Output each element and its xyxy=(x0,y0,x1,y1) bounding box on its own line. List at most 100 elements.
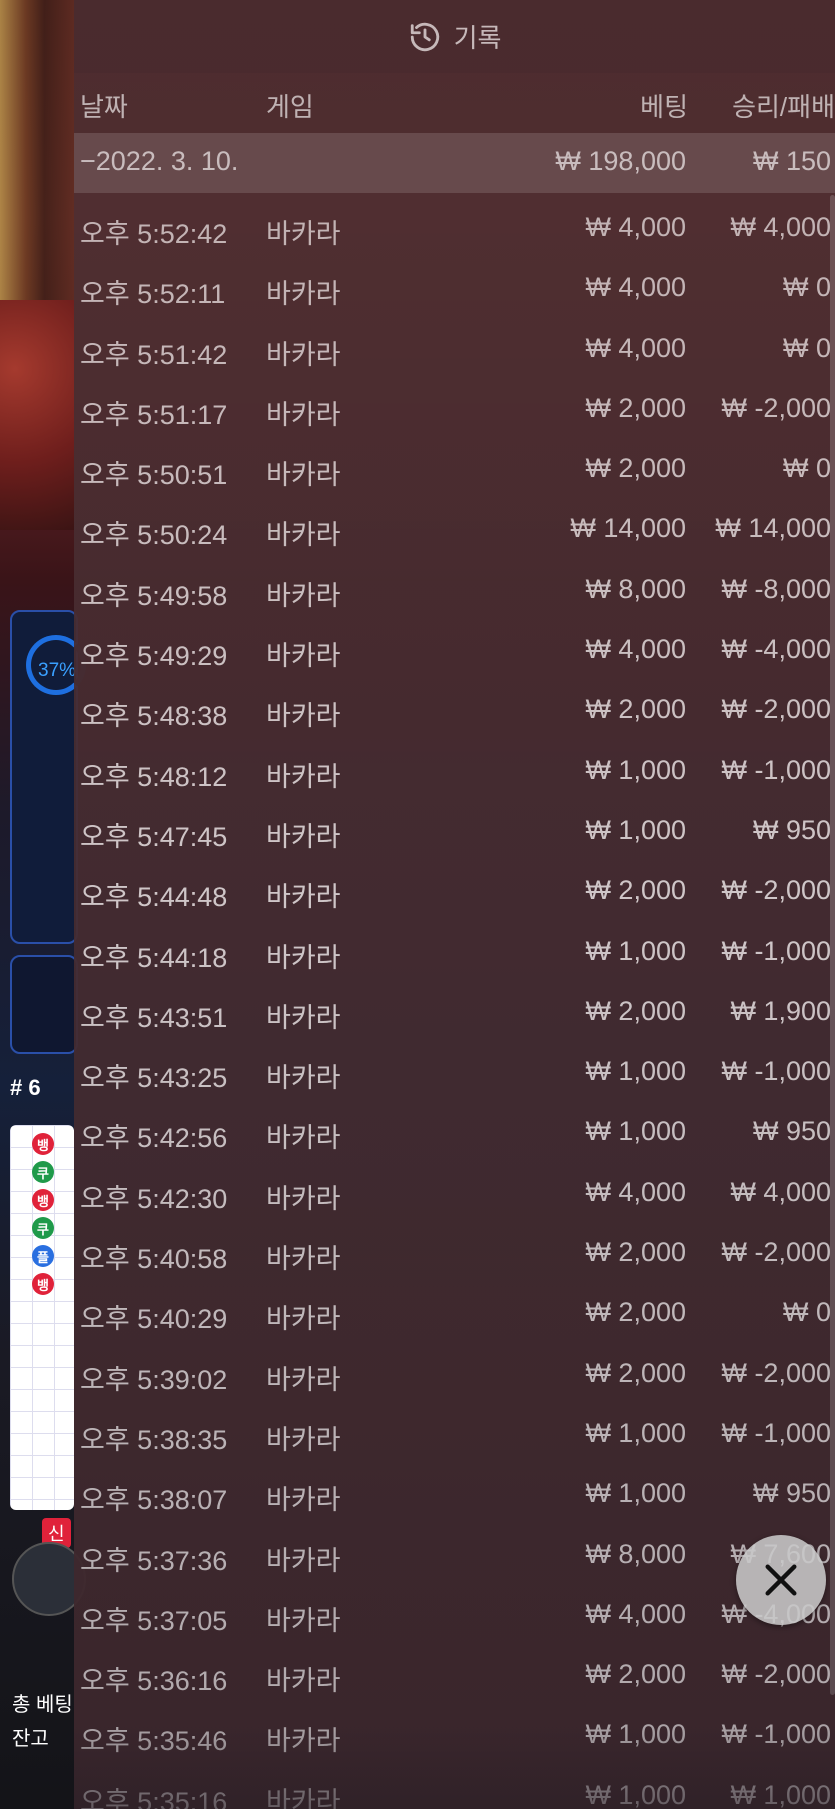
row-time: 오후 5:37:05 xyxy=(80,1605,228,1636)
row-win-loss: ₩ -2,000 xyxy=(721,1357,831,1388)
history-list[interactable]: 오후 5:52:42 바카라 ₩ 4,000 ₩ 4,000 오후 5:52:11 바카라… xyxy=(74,199,835,1809)
close-button[interactable] xyxy=(736,1535,826,1625)
close-icon xyxy=(765,1564,797,1596)
date-group-header[interactable]: −2022. 3. 10. ₩ 198,000 ₩ 150 xyxy=(74,133,835,193)
shoe-label: # 6 xyxy=(10,1075,41,1100)
row-bet: ₩ 2,000 xyxy=(585,1357,686,1388)
row-game: 바카라 xyxy=(266,882,341,913)
row-bet: ₩ 1,000 xyxy=(585,1417,686,1448)
row-time: 오후 5:48:12 xyxy=(80,761,228,792)
table-row[interactable]: 오후 5:51:42 바카라 ₩ 4,000 ₩ 0 xyxy=(74,320,835,380)
row-win-loss: ₩ -2,000 xyxy=(721,392,831,423)
table-row[interactable]: 오후 5:35:46 바카라 ₩ 1,000 ₩ -1,000 xyxy=(74,1706,835,1766)
row-game: 바카라 xyxy=(266,701,341,732)
row-bet: ₩ 2,000 xyxy=(585,392,686,423)
table-row[interactable]: 오후 5:36:16 바카라 ₩ 2,000 ₩ -2,000 xyxy=(74,1646,835,1706)
row-bet: ₩ 4,000 xyxy=(585,212,686,242)
row-time: 오후 5:38:07 xyxy=(80,1485,228,1516)
row-bet: ₩ 8,000 xyxy=(585,573,686,604)
row-time: 오후 5:52:42 xyxy=(80,219,228,249)
row-game: 바카라 xyxy=(266,399,341,430)
scrollbar[interactable] xyxy=(830,195,835,1695)
column-header-win-loss: 승리/패배 xyxy=(732,92,835,122)
table-row[interactable]: 오후 5:35:16 바카라 ₩ 1,000 ₩ 1,000 xyxy=(74,1767,835,1809)
row-bet: ₩ 14,000 xyxy=(570,513,686,544)
row-win-loss: ₩ 950 xyxy=(752,814,831,845)
row-time: 오후 5:49:29 xyxy=(80,641,228,672)
row-game: 바카라 xyxy=(266,1545,341,1576)
row-win-loss: ₩ -8,000 xyxy=(721,573,831,604)
table-row[interactable]: 오후 5:44:48 바카라 ₩ 2,000 ₩ -2,000 xyxy=(74,862,835,922)
row-game: 바카라 xyxy=(266,1364,341,1395)
row-time: 오후 5:51:17 xyxy=(80,399,228,430)
row-time: 오후 5:47:45 xyxy=(80,821,228,852)
page-title: 기록 xyxy=(453,23,502,53)
table-row[interactable]: 오후 5:50:24 바카라 ₩ 14,000 ₩ 14,000 xyxy=(74,500,835,560)
row-time: 오후 5:42:30 xyxy=(80,1183,228,1214)
row-time: 오후 5:38:35 xyxy=(80,1424,228,1455)
bead-road-item: 플 xyxy=(32,1245,54,1267)
table-row[interactable]: 오후 5:40:58 바카라 ₩ 2,000 ₩ -2,000 xyxy=(74,1224,835,1284)
row-game: 바카라 xyxy=(266,1244,341,1275)
row-bet: ₩ 1,000 xyxy=(585,754,686,785)
table-row[interactable]: 오후 5:37:36바카라₩ 8,000₩ 7,600 xyxy=(74,1526,835,1586)
row-win-loss: ₩ 4,000 xyxy=(730,1176,831,1207)
row-bet: ₩ 1,000 xyxy=(585,935,686,966)
bead-road: 뱅 쿠 뱅 쿠 플 뱅 xyxy=(10,1125,74,1510)
row-bet: ₩ 1,000 xyxy=(585,814,686,845)
row-game: 바카라 xyxy=(266,761,341,792)
row-time: 오후 5:35:16 xyxy=(80,1786,228,1809)
table-row[interactable]: 오후 5:42:56 바카라 ₩ 1,000 ₩ 950 xyxy=(74,1103,835,1163)
table-row[interactable]: 오후 5:48:12 바카라 ₩ 1,000 ₩ -1,000 xyxy=(74,742,835,802)
row-game: 바카라 xyxy=(266,1304,341,1335)
row-win-loss: ₩ -1,000 xyxy=(721,754,831,785)
table-row[interactable]: 오후 5:50:51 바카라 ₩ 2,000 ₩ 0 xyxy=(74,440,835,500)
table-row[interactable]: 오후 5:43:51 바카라 ₩ 2,000 ₩ 1,900 xyxy=(74,983,835,1043)
row-win-loss: ₩ 950 xyxy=(752,1478,831,1509)
row-time: 오후 5:43:25 xyxy=(80,1063,228,1094)
table-row[interactable]: 오후 5:42:30 바카라 ₩ 4,000 ₩ 4,000 xyxy=(74,1164,835,1224)
row-game: 바카라 xyxy=(266,460,341,491)
row-bet: ₩ 2,000 xyxy=(585,453,686,484)
game-table xyxy=(0,300,74,530)
row-win-loss: ₩ -2,000 xyxy=(721,1659,831,1690)
bead-road-item: 쿠 xyxy=(32,1161,54,1183)
row-bet: ₩ 1,000 xyxy=(585,1478,686,1509)
table-row[interactable]: 오후 5:44:18 바카라 ₩ 1,000 ₩ -1,000 xyxy=(74,923,835,983)
row-game: 바카라 xyxy=(266,580,341,611)
row-bet: ₩ 4,000 xyxy=(585,1598,686,1629)
history-icon xyxy=(410,22,439,51)
row-game: 바카라 xyxy=(266,1666,341,1697)
row-bet: ₩ 2,000 xyxy=(585,694,686,725)
table-row[interactable]: 오후 5:43:25 바카라 ₩ 1,000 ₩ -1,000 xyxy=(74,1043,835,1103)
table-row[interactable]: 오후 5:47:45 바카라 ₩ 1,000 ₩ 950 xyxy=(74,802,835,862)
table-row[interactable]: 오후 5:39:02 바카라 ₩ 2,000 ₩ -2,000 xyxy=(74,1345,835,1405)
row-time: 오후 5:37:36 xyxy=(80,1545,228,1576)
row-win-loss: ₩ 1,000 xyxy=(730,1779,831,1809)
table-row[interactable]: 오후 5:37:05바카라₩ 4,000₩ -4,000 xyxy=(74,1586,835,1646)
table-row[interactable]: 오후 5:40:29 바카라 ₩ 2,000 ₩ 0 xyxy=(74,1284,835,1344)
history-header: 기록 xyxy=(74,0,835,73)
bet-panel-secondary[interactable] xyxy=(10,955,78,1054)
table-row[interactable]: 오후 5:51:17 바카라 ₩ 2,000 ₩ -2,000 xyxy=(74,380,835,440)
table-row[interactable]: 오후 5:48:38 바카라 ₩ 2,000 ₩ -2,000 xyxy=(74,681,835,741)
column-header-game: 게임 xyxy=(266,92,314,122)
table-row[interactable]: 오후 5:52:11 바카라 ₩ 4,000 ₩ 0 xyxy=(74,259,835,319)
table-row[interactable]: 오후 5:52:42 바카라 ₩ 4,000 ₩ 4,000 xyxy=(74,199,835,259)
row-game: 바카라 xyxy=(266,1063,341,1094)
table-row[interactable]: 오후 5:38:35 바카라 ₩ 1,000 ₩ -1,000 xyxy=(74,1405,835,1465)
row-win-loss: ₩ -1,000 xyxy=(721,1056,831,1087)
table-row[interactable]: 오후 5:49:58 바카라 ₩ 8,000 ₩ -8,000 xyxy=(74,561,835,621)
row-game: 바카라 xyxy=(266,520,341,551)
table-header: 날짜 게임 베팅 승리/패배 xyxy=(74,73,835,133)
table-row[interactable]: 오후 5:49:29 바카라 ₩ 4,000 ₩ -4,000 xyxy=(74,621,835,681)
row-win-loss: ₩ 0 xyxy=(782,453,831,484)
table-row[interactable]: 오후 5:38:07 바카라 ₩ 1,000 ₩ 950 xyxy=(74,1465,835,1525)
row-win-loss: ₩ -2,000 xyxy=(721,1237,831,1268)
row-game: 바카라 xyxy=(266,219,341,249)
row-bet: ₩ 4,000 xyxy=(585,332,686,363)
row-time: 오후 5:50:24 xyxy=(80,520,228,551)
row-win-loss: ₩ 0 xyxy=(782,1297,831,1328)
row-game: 바카라 xyxy=(266,279,341,310)
history-panel: 기록 날짜 게임 베팅 승리/패배 −2022. 3. 10. ₩ 198,00… xyxy=(74,0,835,1809)
